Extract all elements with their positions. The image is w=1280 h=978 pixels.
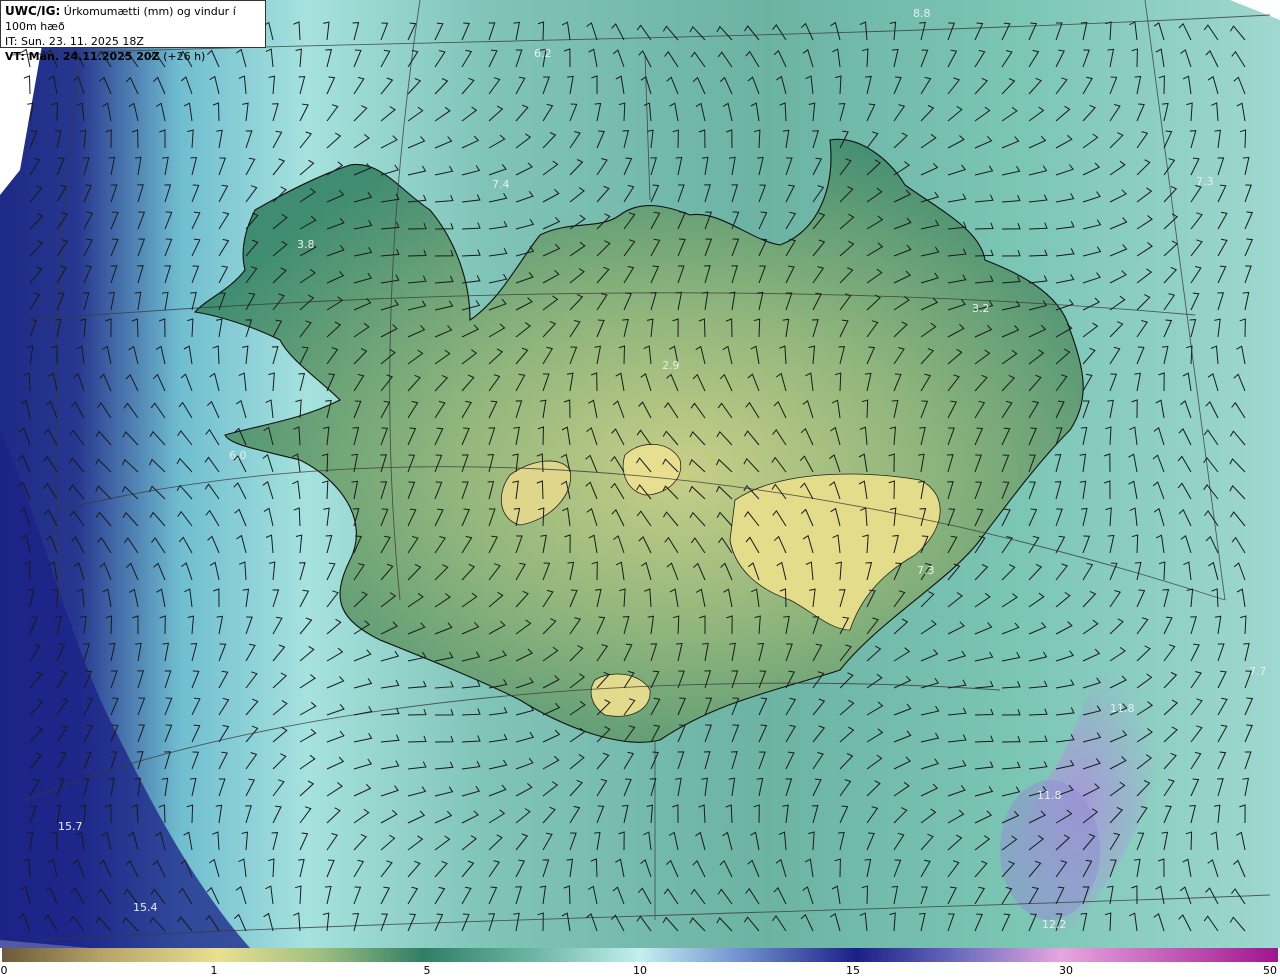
colorbar-strip — [2, 948, 1278, 962]
value-label: 15.4 — [133, 901, 158, 914]
value-label: 7.3 — [1196, 175, 1214, 188]
value-label: 11.8 — [1110, 702, 1135, 715]
init-time: IT: Sun. 23. 11. 2025 18Z — [5, 35, 144, 48]
colorbar: 0 1 5 10 15 30 50 — [0, 948, 1280, 978]
colorbar-tick: 50 — [1263, 964, 1277, 977]
weather-map: 6.2 7.4 3.8 7.3 3.2 2.9 6.0 7.3 7.7 11.8… — [0, 0, 1280, 948]
value-label: 2.9 — [662, 359, 680, 372]
value-label: 6.0 — [229, 449, 247, 462]
product-code: UWC/IG: — [5, 4, 61, 18]
value-label: 12.2 — [1042, 918, 1067, 931]
colorbar-tick: 30 — [1059, 964, 1073, 977]
value-label: 3.8 — [297, 238, 315, 251]
colorbar-tick: 15 — [846, 964, 860, 977]
value-label: 3.2 — [972, 302, 990, 315]
valid-time: VT: Mán. 24.11.2025 20Z — [5, 50, 160, 63]
colorbar-tick: 0 — [0, 964, 8, 977]
value-label: 15.7 — [58, 820, 83, 833]
colorbar-tick: 5 — [423, 964, 431, 977]
colorbar-tick: 1 — [210, 964, 218, 977]
value-label: 11.8 — [1037, 789, 1062, 802]
valid-time-line: VT: Mán. 24.11.2025 20Z (+26 h) — [5, 49, 261, 64]
glacier-myrdalsjokull — [590, 673, 651, 717]
colorbar-tick: 10 — [633, 964, 647, 977]
product-line: UWC/IG: Úrkomumætti (mm) og vindur í 100… — [5, 4, 261, 34]
value-label: 7.3 — [917, 564, 935, 577]
info-box: UWC/IG: Úrkomumætti (mm) og vindur í 100… — [0, 0, 266, 63]
wind-barb — [23, 75, 31, 95]
value-label: 7.4 — [492, 178, 510, 191]
forecast-offset: (+26 h) — [163, 50, 206, 63]
value-label: 6.2 — [534, 47, 552, 60]
value-label: 8.8 — [913, 7, 931, 20]
value-label: 7.7 — [1249, 665, 1267, 678]
